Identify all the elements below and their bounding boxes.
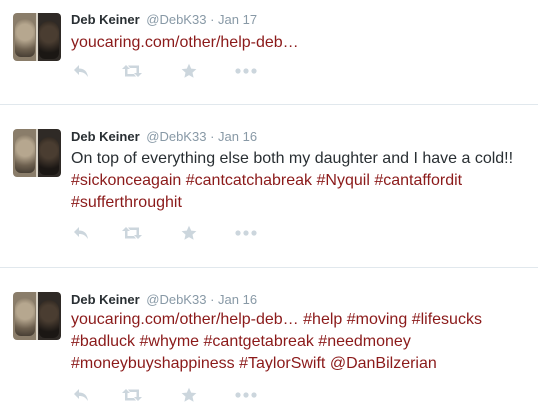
hashtag-link[interactable]: #lifesucks: [412, 311, 482, 328]
url-link[interactable]: youcaring.com/other/help-deb…: [71, 34, 299, 51]
hashtag-link[interactable]: #needmoney: [318, 333, 411, 350]
hashtag-link[interactable]: #cantcatchabreak: [186, 172, 312, 189]
tweet-3[interactable]: Deb Keiner @DebK33 · Jan 16 youcaring.co…: [0, 268, 538, 410]
avatar[interactable]: [13, 13, 61, 61]
user-name[interactable]: Deb Keiner: [71, 292, 140, 307]
tweet-text: On top of everything else both my daught…: [71, 148, 531, 214]
user-name[interactable]: Deb Keiner: [71, 129, 140, 144]
hashtag-link[interactable]: #moving: [347, 311, 407, 328]
mention-link[interactable]: @DanBilzerian: [330, 355, 437, 372]
user-name[interactable]: Deb Keiner: [71, 12, 140, 27]
tweet-header: Deb Keiner @DebK33 · Jan 17: [71, 12, 257, 27]
more-icon: [235, 230, 257, 236]
user-handle[interactable]: @DebK33: [146, 129, 206, 144]
url-link[interactable]: youcaring.com/other/help-deb…: [71, 311, 299, 328]
separator-dot: ·: [210, 292, 215, 307]
hashtag-link[interactable]: #sickonceagain: [71, 172, 181, 189]
tweet-header: Deb Keiner @DebK33 · Jan 16: [71, 292, 257, 307]
retweet-icon: [122, 65, 142, 77]
hashtag-link[interactable]: #Nyquil: [317, 172, 370, 189]
more-icon: [235, 68, 257, 74]
favorite-button[interactable]: [181, 386, 197, 404]
favorite-button[interactable]: [181, 224, 197, 242]
retweet-icon: [122, 227, 142, 239]
more-button[interactable]: [235, 224, 257, 242]
user-handle[interactable]: @DebK33: [146, 12, 206, 27]
hashtag-link[interactable]: #badluck: [71, 333, 135, 350]
more-button[interactable]: [235, 62, 257, 80]
retweet-button[interactable]: [121, 224, 143, 242]
avatar[interactable]: [13, 129, 61, 177]
hashtag-link[interactable]: #help: [303, 311, 342, 328]
hashtag-link[interactable]: #whyme: [140, 333, 200, 350]
tweet-header: Deb Keiner @DebK33 · Jan 16: [71, 129, 257, 144]
reply-button[interactable]: [73, 224, 89, 242]
tweet-text: youcaring.com/other/help-deb… #help #mov…: [71, 309, 531, 375]
reply-button[interactable]: [73, 386, 89, 404]
reply-icon: [74, 227, 88, 239]
favorite-button[interactable]: [181, 62, 197, 80]
hashtag-link[interactable]: #TaylorSwift: [239, 355, 325, 372]
user-handle[interactable]: @DebK33: [146, 292, 206, 307]
more-button[interactable]: [235, 386, 257, 404]
tweet-timestamp[interactable]: Jan 17: [218, 12, 257, 27]
more-icon: [235, 392, 257, 398]
hashtag-link[interactable]: #cantgetabreak: [204, 333, 314, 350]
favorite-icon: [181, 225, 197, 240]
avatar[interactable]: [13, 292, 61, 340]
retweet-icon: [122, 389, 142, 401]
hashtag-link[interactable]: #cantaffordit: [374, 172, 462, 189]
tweet-text: youcaring.com/other/help-deb…: [71, 32, 531, 54]
tweet-timestamp[interactable]: Jan 16: [218, 129, 257, 144]
tweet-text-segment: On top of everything else both my daught…: [71, 150, 514, 167]
retweet-button[interactable]: [121, 386, 143, 404]
reply-icon: [74, 65, 88, 77]
separator-dot: ·: [210, 129, 215, 144]
retweet-button[interactable]: [121, 62, 143, 80]
tweet-1[interactable]: Deb Keiner @DebK33 · Jan 17 youcaring.co…: [0, 0, 538, 105]
hashtag-link[interactable]: #moneybuyshappiness: [71, 355, 235, 372]
tweet-2[interactable]: Deb Keiner @DebK33 · Jan 16 On top of ev…: [0, 105, 538, 268]
favorite-icon: [181, 63, 197, 78]
reply-icon: [74, 389, 88, 401]
reply-button[interactable]: [73, 62, 89, 80]
tweet-timestamp[interactable]: Jan 16: [218, 292, 257, 307]
hashtag-link[interactable]: #sufferthroughit: [71, 194, 182, 211]
favorite-icon: [181, 387, 197, 402]
separator-dot: ·: [210, 12, 215, 27]
